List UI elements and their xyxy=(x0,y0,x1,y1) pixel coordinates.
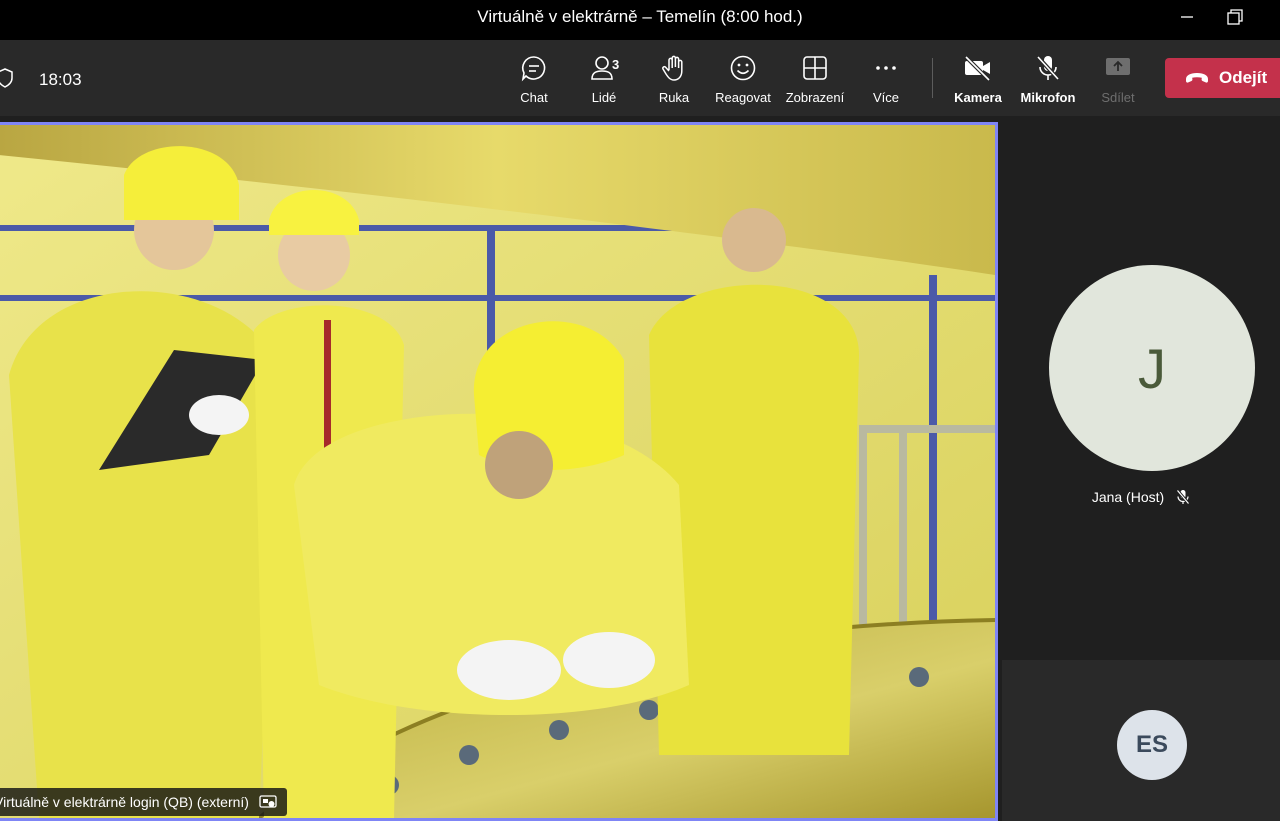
shared-video-feed[interactable] xyxy=(0,122,998,821)
participant-name-label: Jana (Host) xyxy=(1091,489,1165,505)
participant-name-jana: Jana (Host) xyxy=(1002,489,1280,505)
avatar-es: ES xyxy=(1117,710,1187,780)
participant-tile-es[interactable]: ES xyxy=(1002,660,1280,821)
people-button[interactable]: 3 Lidé xyxy=(569,52,639,108)
leave-label: Odejít xyxy=(1219,68,1268,87)
react-label: Reagovat xyxy=(715,90,771,105)
camera-label: Kamera xyxy=(954,90,1002,105)
more-dots-icon xyxy=(876,66,896,70)
minimize-button[interactable] xyxy=(1172,4,1202,30)
grid-view-icon xyxy=(803,56,827,80)
chat-icon xyxy=(521,56,546,82)
view-button[interactable]: Zobrazení xyxy=(780,52,850,108)
participants-panel: J Jana (Host) ES xyxy=(1002,116,1280,821)
meeting-toolbar: 18:03 Chat 3 Lidé Ruka Reagovat Zobrazen… xyxy=(0,40,1280,116)
smiley-icon xyxy=(730,55,756,81)
reactor-inspection-video xyxy=(0,125,995,818)
mic-muted-icon xyxy=(1176,489,1190,505)
camera-off-icon xyxy=(964,55,991,82)
restore-button[interactable] xyxy=(1220,4,1250,30)
chat-button[interactable]: Chat xyxy=(499,52,569,108)
shield-icon xyxy=(0,68,13,88)
video-caption: Virtuálně v elektrárně login (QB) (exter… xyxy=(0,788,287,816)
toolbar-divider xyxy=(932,58,933,98)
hang-up-icon xyxy=(1186,73,1208,83)
hand-icon xyxy=(662,55,683,81)
share-screen-icon xyxy=(1106,58,1130,75)
camera-button[interactable]: Kamera xyxy=(943,52,1013,108)
minimize-icon xyxy=(1181,16,1193,18)
meeting-clock: 18:03 xyxy=(39,70,82,89)
share-button[interactable]: Sdílet xyxy=(1083,52,1153,108)
screen-share-pin-icon[interactable] xyxy=(259,794,277,810)
mic-off-icon xyxy=(1036,55,1060,81)
raise-hand-button[interactable]: Ruka xyxy=(639,52,709,108)
more-button[interactable]: Více xyxy=(851,52,921,108)
main-video-stage: Virtuálně v elektrárně login (QB) (exter… xyxy=(0,116,1000,821)
chat-label: Chat xyxy=(520,90,548,105)
leave-button[interactable]: Odejít xyxy=(1165,58,1280,98)
react-button[interactable]: Reagovat xyxy=(708,52,778,108)
participant-tile-jana[interactable]: J Jana (Host) xyxy=(1002,116,1280,658)
microphone-button[interactable]: Mikrofon xyxy=(1013,52,1083,108)
restore-icon xyxy=(1227,9,1243,25)
video-caption-text: Virtuálně v elektrárně login (QB) (exter… xyxy=(0,794,249,810)
share-label: Sdílet xyxy=(1101,90,1135,105)
microphone-label: Mikrofon xyxy=(1020,90,1076,105)
avatar-jana: J xyxy=(1049,265,1255,471)
title-bar: Virtuálně v elektrárně – Temelín (8:00 h… xyxy=(0,0,1280,40)
people-count-badge: 3 xyxy=(612,57,620,72)
view-label: Zobrazení xyxy=(785,90,845,105)
more-label: Více xyxy=(872,90,899,105)
raise-hand-label: Ruka xyxy=(658,90,690,105)
window-title: Virtuálně v elektrárně – Temelín (8:00 h… xyxy=(477,7,803,26)
people-label: Lidé xyxy=(591,90,617,105)
